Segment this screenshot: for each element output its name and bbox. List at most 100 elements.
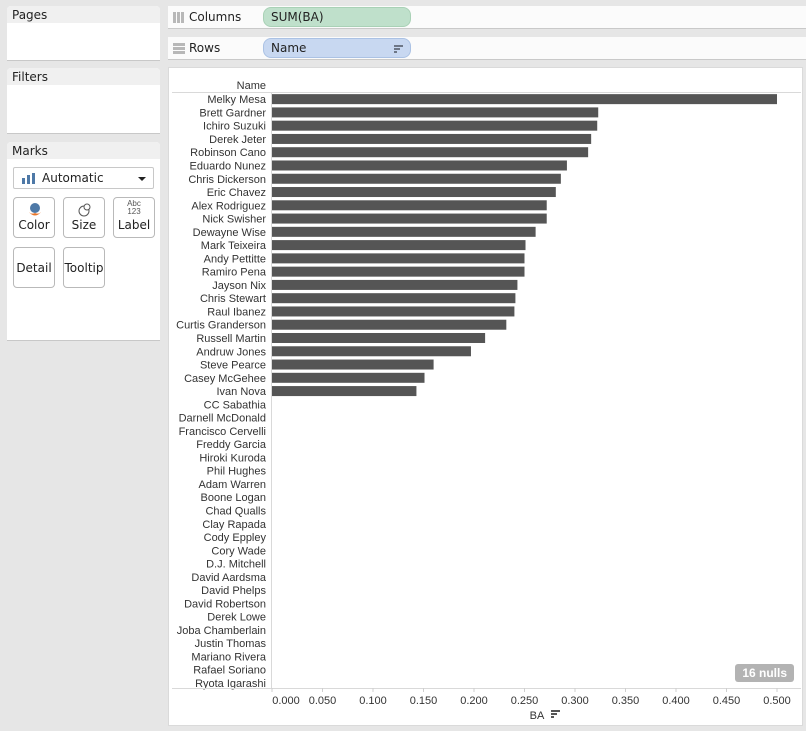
- row-label[interactable]: Russell Martin: [196, 333, 266, 345]
- label-label: Label: [117, 218, 151, 232]
- row-label[interactable]: Steve Pearce: [200, 360, 266, 372]
- row-label[interactable]: Darnell McDonald: [179, 413, 266, 425]
- color-label: Color: [18, 218, 50, 232]
- detail-button[interactable]: Detail: [13, 247, 55, 288]
- row-label[interactable]: Phil Hughes: [207, 466, 267, 478]
- bar[interactable]: [272, 94, 777, 105]
- bar[interactable]: [272, 160, 567, 171]
- bar[interactable]: [272, 306, 515, 317]
- x-axis-title[interactable]: BA: [530, 710, 545, 722]
- bar[interactable]: [272, 133, 592, 144]
- rows-shelf[interactable]: Rows Name: [168, 37, 806, 59]
- x-tick-label: 0.200: [460, 695, 488, 707]
- bar[interactable]: [272, 226, 536, 237]
- row-label[interactable]: Derek Lowe: [207, 612, 266, 624]
- bar[interactable]: [272, 279, 518, 290]
- bar[interactable]: [272, 386, 417, 397]
- row-label[interactable]: David Aardsma: [191, 572, 266, 584]
- x-tick-label: 0.350: [612, 695, 640, 707]
- row-label[interactable]: Andy Pettitte: [204, 253, 266, 265]
- row-label[interactable]: Melky Mesa: [207, 94, 267, 106]
- chevron-down-icon: [138, 177, 146, 181]
- row-label[interactable]: Freddy Garcia: [196, 439, 267, 451]
- row-label[interactable]: Brett Gardner: [199, 107, 266, 119]
- row-label[interactable]: Chris Dickerson: [188, 174, 266, 186]
- mark-type-label: Automatic: [42, 171, 104, 185]
- pages-panel[interactable]: Pages: [7, 6, 160, 60]
- row-header-name[interactable]: Name: [237, 80, 266, 92]
- row-label[interactable]: Adam Warren: [199, 479, 266, 491]
- row-label[interactable]: Chris Stewart: [200, 293, 266, 305]
- pages-title: Pages: [7, 6, 160, 23]
- bar[interactable]: [272, 293, 516, 304]
- row-label[interactable]: Cory Wade: [211, 545, 266, 557]
- row-label[interactable]: Nick Swisher: [202, 214, 266, 226]
- x-tick-label: 0.250: [511, 695, 539, 707]
- bar[interactable]: [272, 107, 599, 118]
- nulls-indicator[interactable]: 16 nulls: [735, 664, 794, 682]
- row-label[interactable]: Rafael Soriano: [193, 665, 266, 677]
- bar[interactable]: [272, 359, 434, 370]
- color-button[interactable]: Color: [13, 197, 55, 238]
- filters-panel[interactable]: Filters: [7, 68, 160, 133]
- tooltip-button[interactable]: Tooltip: [63, 247, 105, 288]
- row-label[interactable]: Ivan Nova: [216, 386, 266, 398]
- bar[interactable]: [272, 200, 547, 211]
- tooltip-label: Tooltip: [64, 261, 104, 275]
- row-label[interactable]: Raul Ibanez: [207, 306, 266, 318]
- row-label[interactable]: David Phelps: [201, 585, 266, 597]
- bar[interactable]: [272, 266, 525, 277]
- marks-panel: Marks Automatic Color Size Abc 123 Label…: [7, 142, 160, 340]
- row-label[interactable]: Robinson Cano: [190, 147, 266, 159]
- row-label[interactable]: D.J. Mitchell: [206, 559, 266, 571]
- row-label[interactable]: Clay Rapada: [202, 519, 266, 531]
- color-icon: [28, 203, 42, 216]
- row-label[interactable]: David Robertson: [184, 598, 266, 610]
- mark-type-dropdown[interactable]: Automatic: [13, 167, 154, 189]
- row-label[interactable]: CC Sabathia: [204, 399, 267, 411]
- row-label[interactable]: Mariano Rivera: [191, 651, 266, 663]
- bar[interactable]: [272, 120, 598, 131]
- columns-label: Columns: [189, 10, 242, 24]
- name-pill[interactable]: Name: [263, 38, 411, 58]
- row-label[interactable]: Eric Chavez: [207, 187, 266, 199]
- row-label[interactable]: Casey McGehee: [184, 373, 266, 385]
- sum-ba-pill[interactable]: SUM(BA): [263, 7, 411, 27]
- label-button[interactable]: Abc 123 Label: [113, 197, 155, 238]
- row-label[interactable]: Alex Rodriguez: [191, 200, 266, 212]
- row-label[interactable]: Mark Teixeira: [201, 240, 267, 252]
- marks-title: Marks: [7, 142, 160, 159]
- bar[interactable]: [272, 187, 556, 198]
- sort-descending-icon[interactable]: [394, 45, 403, 53]
- columns-shelf[interactable]: Columns SUM(BA): [168, 6, 806, 28]
- row-label[interactable]: Chad Qualls: [205, 506, 266, 518]
- row-label[interactable]: Boone Logan: [201, 492, 266, 504]
- bar[interactable]: [272, 253, 525, 264]
- x-tick-label: 0.400: [662, 695, 690, 707]
- row-label[interactable]: Curtis Granderson: [176, 320, 266, 332]
- bar[interactable]: [272, 240, 526, 251]
- bar[interactable]: [272, 147, 589, 158]
- row-label[interactable]: Derek Jeter: [209, 134, 266, 146]
- bar[interactable]: [272, 332, 486, 343]
- row-label[interactable]: Francisco Cervelli: [179, 426, 266, 438]
- row-label[interactable]: Jayson Nix: [212, 280, 266, 292]
- rows-label: Rows: [189, 41, 221, 55]
- size-button[interactable]: Size: [63, 197, 105, 238]
- row-label[interactable]: Hiroki Kuroda: [199, 452, 267, 464]
- bar[interactable]: [272, 213, 547, 224]
- bar[interactable]: [272, 319, 507, 330]
- row-label[interactable]: Ichiro Suzuki: [203, 121, 266, 133]
- bar[interactable]: [272, 346, 471, 357]
- axis-sort-icon[interactable]: [551, 710, 560, 718]
- row-label[interactable]: Joba Chamberlain: [177, 625, 266, 637]
- bar[interactable]: [272, 173, 561, 184]
- bar[interactable]: [272, 372, 425, 383]
- row-label[interactable]: Ramiro Pena: [202, 267, 267, 279]
- row-label[interactable]: Cody Eppley: [204, 532, 267, 544]
- x-tick-label: 0.150: [410, 695, 438, 707]
- row-label[interactable]: Eduardo Nunez: [190, 160, 266, 172]
- row-label[interactable]: Justin Thomas: [195, 638, 267, 650]
- row-label[interactable]: Dewayne Wise: [193, 227, 266, 239]
- row-label[interactable]: Andruw Jones: [196, 346, 266, 358]
